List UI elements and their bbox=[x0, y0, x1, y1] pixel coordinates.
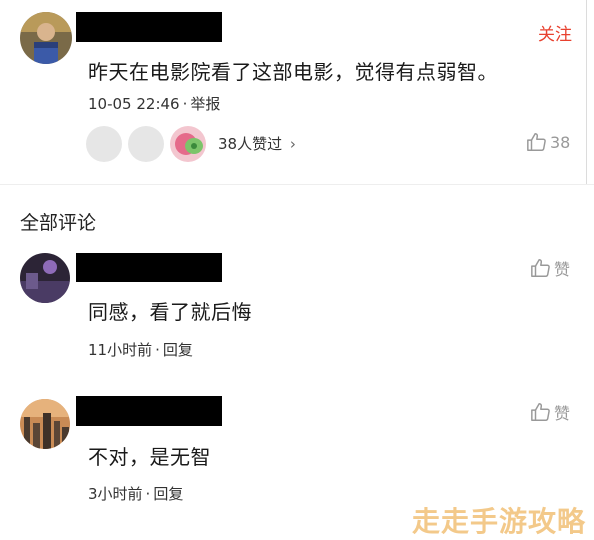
liker-avatar[interactable] bbox=[170, 126, 206, 162]
post-like-count: 38 bbox=[550, 132, 571, 152]
comment-like-button[interactable]: 赞 bbox=[530, 400, 570, 424]
reply-link[interactable]: 回复 bbox=[153, 485, 183, 503]
comment-meta: 11小时前 · 回复 bbox=[88, 341, 193, 359]
watermark: 走走手游攻略 bbox=[412, 505, 587, 538]
like-label: 赞 bbox=[554, 260, 571, 279]
follow-button[interactable]: 关注 bbox=[538, 20, 572, 45]
liker-avatar[interactable] bbox=[86, 126, 122, 162]
thumbs-up-icon bbox=[527, 133, 546, 151]
comment-time: 3小时前 bbox=[88, 485, 143, 503]
like-label: 赞 bbox=[554, 404, 571, 423]
comment-text: 不对，是无智 bbox=[88, 445, 211, 469]
section-title: 全部评论 bbox=[20, 212, 97, 234]
comment-time: 11小时前 bbox=[88, 341, 153, 359]
post-text: 昨天在电影院看了这部电影，觉得有点弱智。 bbox=[88, 60, 498, 84]
redacted-username bbox=[76, 396, 222, 426]
liker-avatar[interactable] bbox=[128, 126, 164, 162]
comment-like-button[interactable]: 赞 bbox=[530, 256, 570, 280]
chevron-right-icon: › bbox=[289, 135, 296, 153]
comment-meta: 3小时前 · 回复 bbox=[88, 485, 184, 503]
report-link[interactable]: 举报 bbox=[190, 95, 220, 113]
post-time: 10-05 22:46 bbox=[88, 95, 180, 113]
commenter-avatar[interactable] bbox=[20, 399, 70, 449]
reply-link[interactable]: 回复 bbox=[163, 341, 193, 359]
post-author-avatar[interactable] bbox=[20, 12, 72, 64]
likers-count-text: 38人赞过 bbox=[218, 135, 283, 153]
redacted-username bbox=[76, 12, 222, 42]
thumbs-up-icon bbox=[531, 259, 550, 277]
section-divider bbox=[0, 184, 594, 185]
likers-summary-link[interactable]: 38人赞过 › bbox=[218, 133, 296, 154]
redacted-username bbox=[76, 253, 222, 282]
comment-text: 同感，看了就后悔 bbox=[88, 300, 252, 324]
right-edge-rule bbox=[586, 0, 587, 184]
thumbs-up-icon bbox=[531, 403, 550, 421]
post-meta: 10-05 22:46 · 举报 bbox=[88, 95, 221, 113]
post-like-button[interactable]: 38 bbox=[526, 131, 570, 153]
commenter-avatar[interactable] bbox=[20, 253, 70, 303]
